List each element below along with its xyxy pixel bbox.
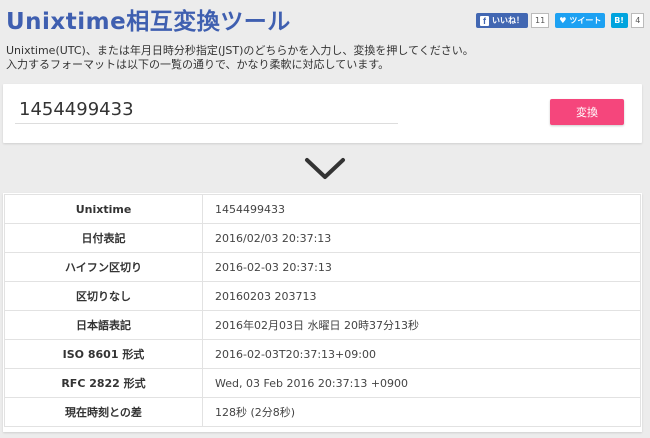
- twitter-bird-icon: ♥: [559, 16, 567, 25]
- row-label: 日付表記: [4, 223, 203, 253]
- row-label: ISO 8601 形式: [4, 339, 203, 369]
- table-row: Unixtime 1454499433: [4, 194, 641, 224]
- table-row: 日付表記 2016/02/03 20:37:13: [4, 223, 641, 253]
- table-row: ISO 8601 形式 2016-02-03T20:37:13+09:00: [4, 339, 641, 369]
- table-row: 日本語表記 2016年02月03日 水曜日 20時37分13秒: [4, 310, 641, 340]
- row-label: RFC 2822 形式: [4, 368, 203, 398]
- hatena-bookmark-label: B!: [614, 16, 624, 25]
- description-line-2: 入力するフォーマットは以下の一覧の通りで、かなり柔軟に対応しています。: [6, 58, 390, 71]
- converter-card: 変換: [3, 84, 642, 143]
- twitter-tweet-button[interactable]: ♥ ツイート: [555, 13, 606, 28]
- page-title: Unixtime相互変換ツール: [6, 9, 291, 35]
- row-value: 2016-02-03T20:37:13+09:00: [202, 339, 641, 369]
- facebook-like-count: 11: [531, 13, 550, 28]
- row-label: 日本語表記: [4, 310, 203, 340]
- timestamp-input[interactable]: [15, 96, 398, 124]
- facebook-icon: f: [480, 15, 489, 26]
- convert-button[interactable]: 変換: [550, 99, 624, 125]
- row-value: 1454499433: [202, 194, 641, 224]
- twitter-tweet-label: ツイート: [569, 16, 602, 25]
- description: Unixtime(UTC)、または年月日時分秒指定(JST)のどちらかを入力し、…: [6, 44, 474, 72]
- row-label: Unixtime: [4, 194, 203, 224]
- table-row: 区切りなし 20160203 203713: [4, 281, 641, 311]
- row-value: 2016-02-03 20:37:13: [202, 252, 641, 282]
- results-table: Unixtime 1454499433 日付表記 2016/02/03 20:3…: [4, 194, 641, 427]
- row-value: 2016/02/03 20:37:13: [202, 223, 641, 253]
- hatena-bookmark-count: 4: [631, 13, 645, 28]
- social-share-bar: f いいね！ 11 ♥ ツイート B! 4: [476, 13, 645, 28]
- row-value: Wed, 03 Feb 2016 20:37:13 +0900: [202, 368, 641, 398]
- table-row: RFC 2822 形式 Wed, 03 Feb 2016 20:37:13 +0…: [4, 368, 641, 398]
- facebook-like-button[interactable]: f いいね！: [476, 13, 528, 28]
- description-line-1: Unixtime(UTC)、または年月日時分秒指定(JST)のどちらかを入力し、…: [6, 44, 474, 57]
- chevron-down-icon: [305, 158, 345, 179]
- row-label: 現在時刻との差: [4, 397, 203, 427]
- table-row: ハイフン区切り 2016-02-03 20:37:13: [4, 252, 641, 282]
- facebook-like-label: いいね！: [492, 16, 524, 25]
- row-value: 20160203 203713: [202, 281, 641, 311]
- table-row: 現在時刻との差 128秒 (2分8秒): [4, 397, 641, 427]
- row-value: 2016年02月03日 水曜日 20時37分13秒: [202, 310, 641, 340]
- row-label: 区切りなし: [4, 281, 203, 311]
- row-value: 128秒 (2分8秒): [202, 397, 641, 427]
- row-label: ハイフン区切り: [4, 252, 203, 282]
- results-card: Unixtime 1454499433 日付表記 2016/02/03 20:3…: [3, 193, 642, 432]
- hatena-bookmark-button[interactable]: B!: [611, 13, 629, 28]
